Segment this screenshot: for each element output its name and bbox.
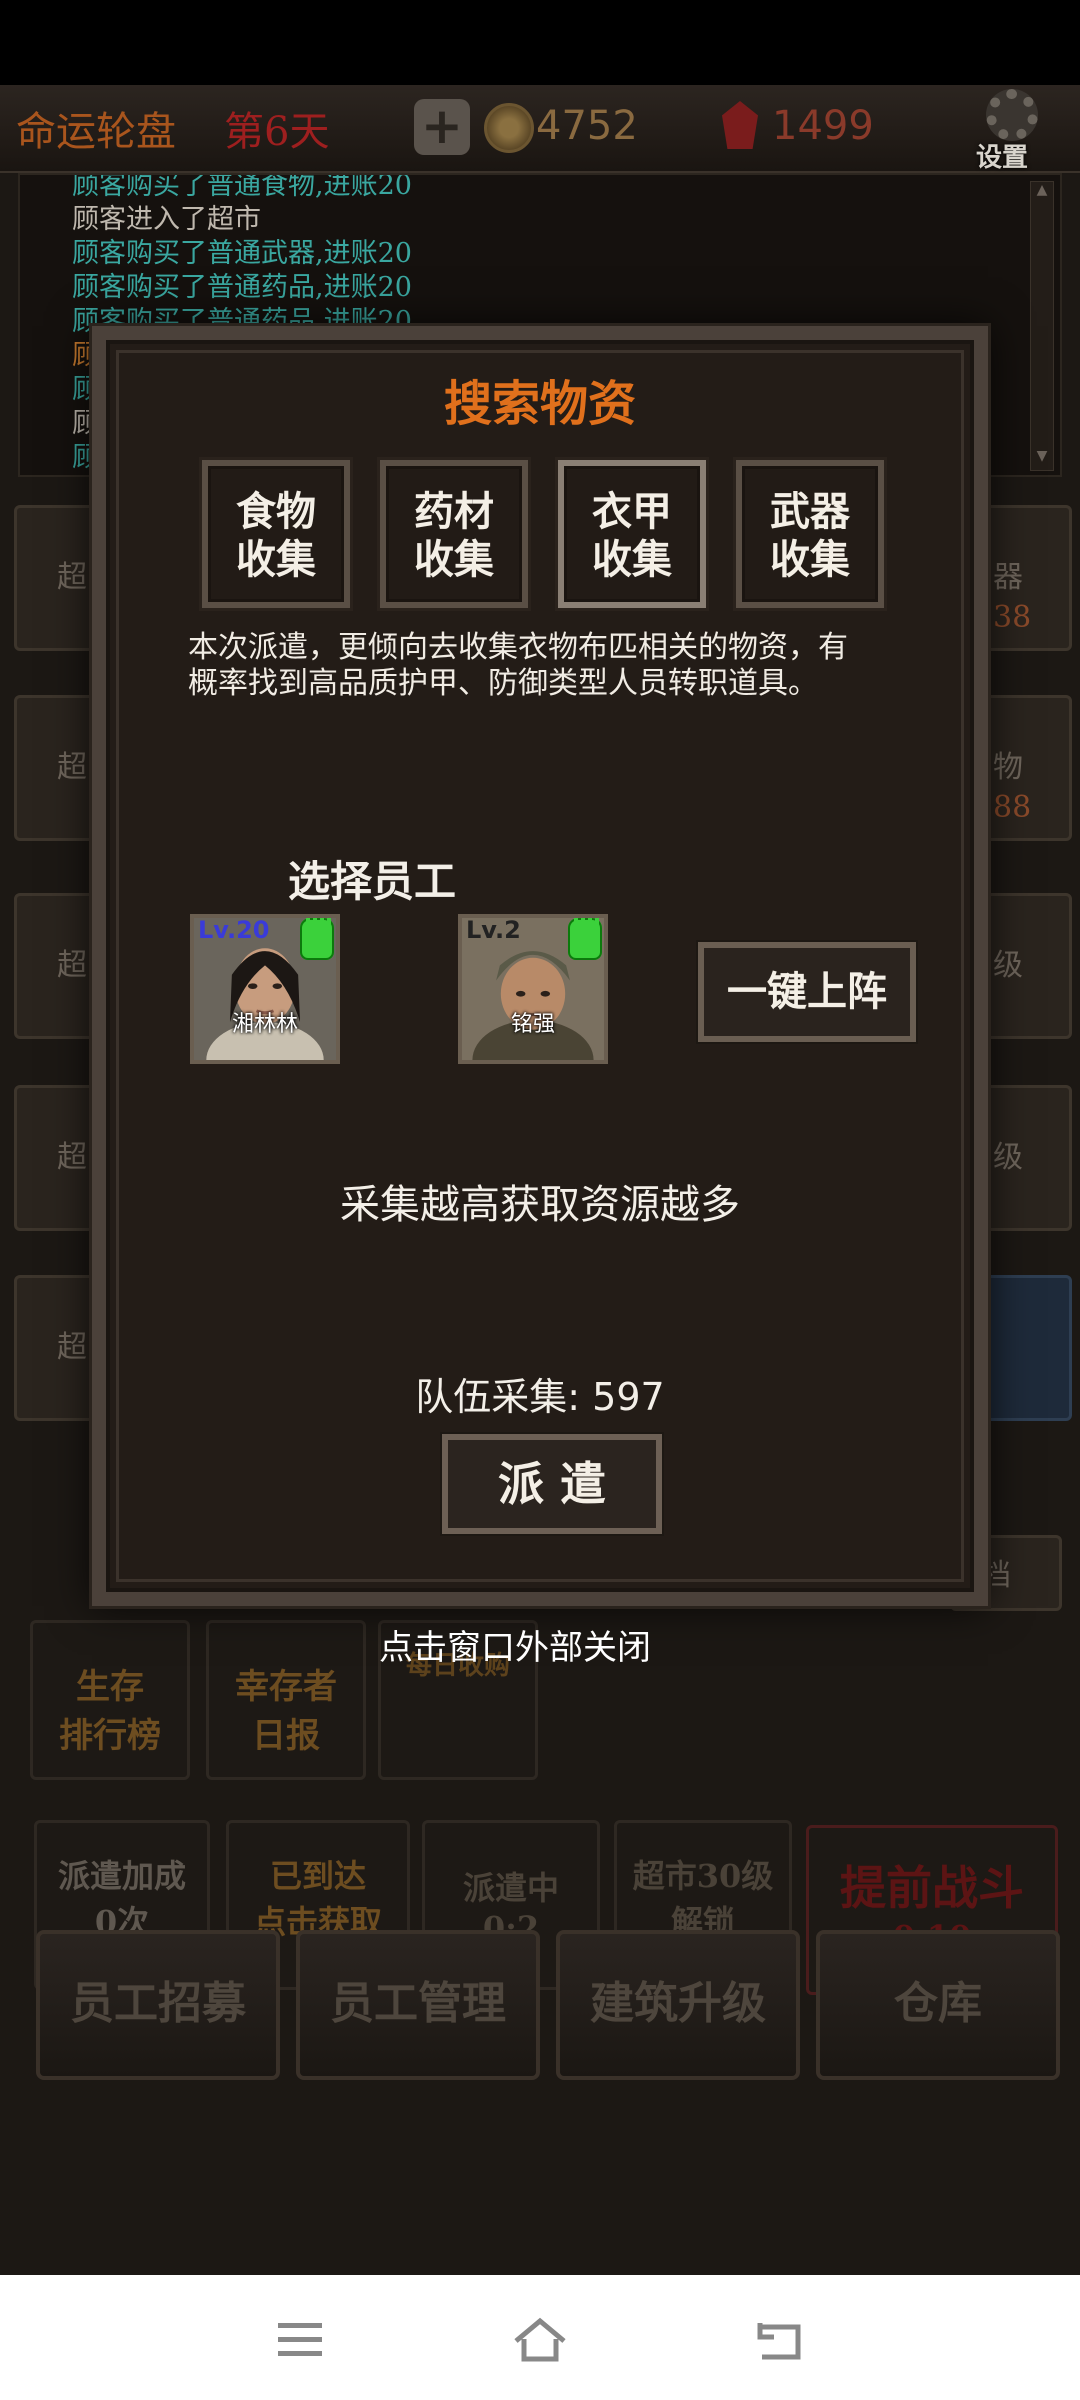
dispatch-button[interactable]: 派 遣 — [440, 1432, 664, 1536]
home-icon[interactable] — [510, 2315, 570, 2365]
close-hint: 点击窗口外部关闭 — [379, 1628, 651, 1668]
employee-name: 铭强 — [510, 1012, 555, 1037]
herb-collect-button[interactable]: 药材 收集 — [377, 457, 531, 611]
employee-card[interactable]: Lv.2 铭强 — [458, 914, 608, 1064]
modal-overlay[interactable]: 搜索物资 食物 收集 药材 收集 衣甲 收集 武器 收集 本次派遣，更倾向去收集… — [0, 0, 1080, 2400]
category-label: 衣甲 — [592, 488, 672, 535]
employee-level: Lv.2 — [466, 916, 521, 944]
dialog-title: 搜索物资 — [443, 376, 636, 432]
glove-icon — [568, 918, 602, 960]
glove-icon — [300, 918, 334, 960]
system-nav-bar — [0, 2275, 1080, 2400]
collect-hint: 采集越高获取资源越多 — [340, 1182, 740, 1228]
food-collect-button[interactable]: 食物 收集 — [199, 457, 353, 611]
search-supplies-dialog: 搜索物资 食物 收集 药材 收集 衣甲 收集 武器 收集 本次派遣，更倾向去收集… — [92, 326, 988, 1606]
select-staff-label: 选择员工 — [288, 857, 457, 906]
dispatch-description: 本次派遣，更倾向去收集衣物布匹相关的物资，有概率找到高品质护甲、防御类型人员转职… — [188, 630, 848, 701]
category-label: 收集 — [414, 536, 494, 583]
employee-card[interactable]: Lv.20 湘林林 — [190, 914, 340, 1064]
category-label: 武器 — [770, 488, 850, 535]
back-icon[interactable] — [750, 2315, 810, 2365]
team-collect-stat: 队伍采集: 597 — [415, 1375, 665, 1419]
category-label: 药材 — [414, 488, 494, 535]
menu-icon[interactable] — [270, 2315, 330, 2365]
employee-name: 湘林林 — [231, 1012, 298, 1037]
weapon-collect-button[interactable]: 武器 收集 — [733, 457, 887, 611]
category-label: 收集 — [770, 536, 850, 583]
category-label: 收集 — [236, 536, 316, 583]
category-label: 收集 — [592, 536, 672, 583]
auto-deploy-button[interactable]: 一键上阵 — [696, 940, 918, 1044]
category-label: 食物 — [236, 488, 316, 535]
armor-collect-button[interactable]: 衣甲 收集 — [555, 457, 709, 611]
employee-level: Lv.20 — [198, 916, 270, 944]
